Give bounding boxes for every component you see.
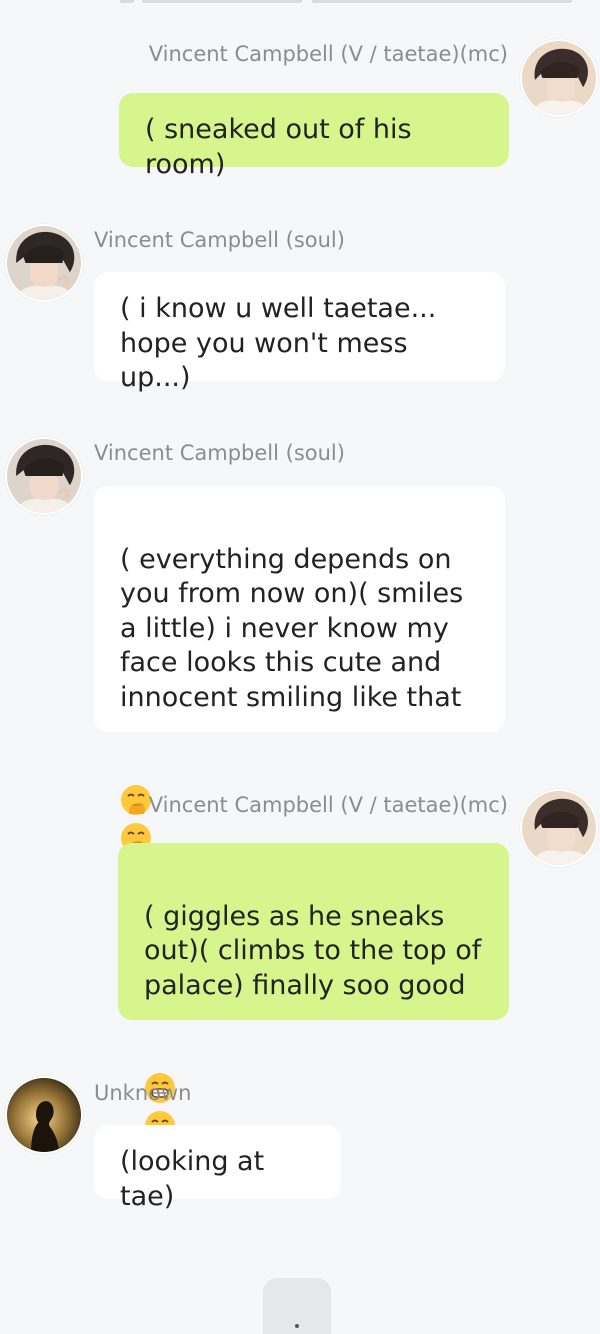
- avatar-image: [522, 791, 596, 865]
- message-sender: Vincent Campbell (soul): [94, 228, 345, 252]
- avatar-image: [7, 226, 81, 300]
- avatar[interactable]: [520, 39, 598, 117]
- message-bubble[interactable]: (looking at tae): [94, 1125, 341, 1212]
- message-bubble[interactable]: ( giggles as he sneaks out)( climbs to t…: [118, 843, 509, 1141]
- message-sender: Vincent Campbell (V / taetae)(mc): [148, 793, 508, 817]
- top-cropped-ui: [0, 0, 600, 6]
- message-text: ( giggles as he sneaks out)( climbs to t…: [144, 900, 482, 1001]
- message-sender: Vincent Campbell (V / taetae)(mc): [148, 42, 508, 66]
- avatar-image: [522, 41, 596, 115]
- message-bubble[interactable]: ( everything depends on you from now on)…: [94, 486, 505, 853]
- message-sender: Vincent Campbell (soul): [94, 441, 345, 465]
- avatar[interactable]: [5, 1076, 83, 1154]
- message-bubble[interactable]: ( sneaked out of his room): [119, 93, 509, 180]
- message-sender: Unknown: [94, 1081, 192, 1105]
- avatar[interactable]: [5, 437, 83, 515]
- avatar[interactable]: [520, 789, 598, 867]
- typing-indicator: [263, 1278, 331, 1334]
- avatar-image: [7, 1078, 81, 1152]
- avatar[interactable]: [5, 224, 83, 302]
- message-text: ( everything depends on you from now on)…: [120, 543, 464, 713]
- avatar-image: [7, 439, 81, 513]
- message-bubble[interactable]: ( i know u well taetae... hope you won't…: [94, 272, 505, 393]
